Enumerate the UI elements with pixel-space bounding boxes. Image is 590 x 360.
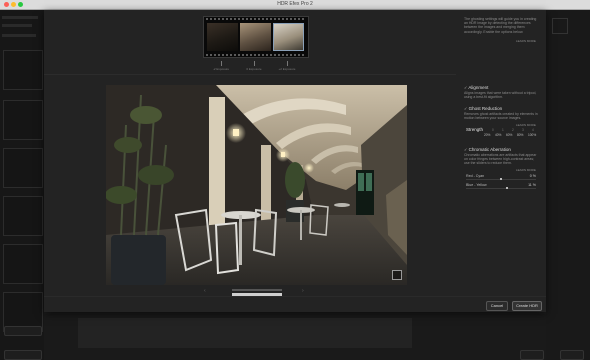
dialog-divider: [44, 74, 456, 75]
blue-yellow-label: Blue - Yellow: [466, 183, 487, 187]
strength-number: 1: [502, 128, 504, 132]
hdr-preview-image[interactable]: [106, 85, 407, 285]
source-images-filmstrip: [203, 16, 309, 58]
strength-number: 0: [492, 128, 494, 132]
background-control-box: [552, 18, 568, 34]
window-titlebar: HDR Efex Pro 2: [0, 0, 590, 10]
learn-more-link[interactable]: LEARN MORE: [516, 39, 536, 43]
alignment-title: Alignment: [468, 85, 489, 90]
strength-option[interactable]: 60%: [506, 133, 512, 137]
background-button: [4, 326, 42, 336]
ev-label: +2 Exposure: [278, 67, 296, 71]
window-title: HDR Efex Pro 2: [277, 1, 313, 7]
ghost-reduction-heading[interactable]: ✓ Ghost Reduction: [464, 106, 502, 111]
ev-marker: [254, 61, 255, 66]
strength-number: 3: [522, 128, 524, 132]
strength-option[interactable]: 20%: [484, 133, 490, 137]
colonnade-photo: [106, 85, 407, 285]
background-bottom-panel: [78, 318, 412, 348]
next-arrow-icon[interactable]: ›: [302, 288, 304, 294]
ev-label: 0 Exposure: [246, 67, 262, 71]
background-button: [560, 350, 584, 360]
background-sidebar-item: [2, 16, 38, 19]
filmstrip-sprockets-bottom: [206, 54, 306, 56]
chromatic-aberration-title: Chromatic Aberration: [468, 147, 511, 152]
loupe-track: [232, 289, 282, 291]
background-preset-thumbnail: [3, 100, 43, 140]
blue-yellow-value: 11 %: [528, 183, 536, 187]
background-sidebar-item: [2, 34, 36, 37]
strength-option[interactable]: 40%: [495, 133, 501, 137]
ghost-reduction-desc: Removes ghost artifacts created by eleme…: [464, 112, 538, 121]
filmstrip-sprockets-top: [206, 18, 306, 20]
dialog-footer-divider: [44, 296, 546, 297]
source-image-thumbnail-selected[interactable]: [273, 23, 304, 51]
background-preset-thumbnail: [3, 244, 43, 284]
alignment-desc: Aligns images that were taken without a …: [464, 91, 537, 100]
ev-marker: [287, 61, 288, 66]
background-sidebar-item: [2, 24, 32, 27]
chromatic-aberration-desc: Chromatic aberrations are artifacts that…: [464, 153, 537, 166]
checkbox-icon[interactable]: ✓: [464, 106, 467, 111]
background-button: [520, 350, 544, 360]
strength-option[interactable]: 100%: [528, 133, 536, 137]
blue-yellow-slider-knob[interactable]: [506, 187, 508, 189]
blue-yellow-slider[interactable]: [466, 188, 536, 189]
alignment-heading[interactable]: ✓ Alignment: [464, 85, 488, 90]
cancel-button[interactable]: Cancel: [486, 301, 508, 311]
ev-label: -2 Exposure: [212, 67, 230, 71]
red-cyan-value: 0 %: [529, 174, 536, 178]
ghost-reduction-title: Ghost Reduction: [468, 106, 503, 111]
checkbox-icon[interactable]: ✓: [464, 85, 467, 90]
ev-marker: [221, 61, 222, 66]
background-preset-thumbnail: [3, 196, 43, 236]
strength-label: Strength: [466, 127, 484, 132]
preview-expand-icon[interactable]: [392, 270, 402, 280]
strength-option[interactable]: 80%: [517, 133, 523, 137]
background-preset-thumbnail: [3, 50, 43, 90]
learn-more-link[interactable]: LEARN MORE: [516, 168, 536, 172]
source-image-thumbnail[interactable]: [207, 23, 238, 51]
chromatic-aberration-heading[interactable]: ✓ Chromatic Aberration: [464, 147, 511, 152]
create-hdr-button[interactable]: Create HDR: [512, 301, 542, 311]
background-preset-thumbnail: [3, 148, 43, 188]
background-right-panel: [546, 10, 590, 360]
intro-text: The ghosting settings will guide you in …: [464, 17, 537, 34]
red-cyan-slider-knob[interactable]: [500, 178, 502, 180]
checkbox-icon[interactable]: ✓: [464, 147, 467, 152]
red-cyan-label: Red - Cyan: [466, 174, 485, 178]
prev-arrow-icon[interactable]: ‹: [204, 288, 206, 294]
learn-more-link[interactable]: LEARN MORE: [516, 123, 536, 127]
strength-number: 4: [532, 128, 534, 132]
strength-number: 2: [512, 128, 514, 132]
background-button: [4, 350, 42, 360]
source-image-thumbnail[interactable]: [240, 23, 271, 51]
